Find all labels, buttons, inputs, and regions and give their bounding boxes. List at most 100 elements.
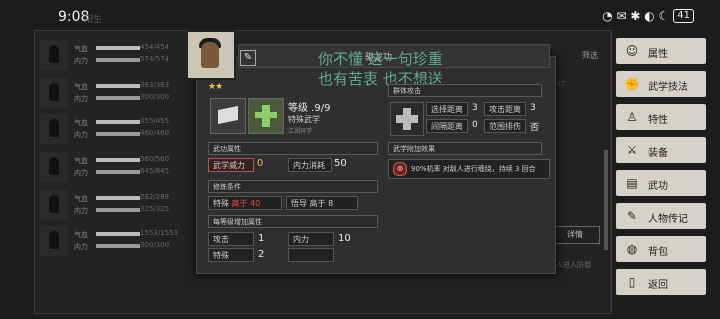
- party-member-row[interactable]: 气血 内力 363/363 300/300: [40, 76, 188, 110]
- mp-label: 内力: [74, 169, 88, 177]
- hp-bar: [96, 232, 140, 236]
- menu-button-4[interactable]: ⚔ 装备: [616, 137, 706, 163]
- menu-label: 特性: [648, 115, 668, 126]
- status-icons: ◔ ✉ ✱ ◐ ☾ 41: [602, 9, 694, 23]
- book-icon: ▤: [626, 176, 638, 190]
- mp-bar: [96, 244, 140, 248]
- hp-bar: [96, 84, 140, 88]
- menu-label: 返回: [648, 280, 668, 291]
- mp-bar: [96, 96, 140, 100]
- req-special-label: 特殊: [213, 199, 229, 208]
- mp-bar: [96, 132, 140, 136]
- menu-button-8[interactable]: ▯ 返回: [616, 269, 706, 295]
- fist-icon: ✊: [624, 77, 640, 91]
- range-label: 范围排伤: [484, 119, 526, 133]
- hp-label: 气血: [74, 83, 88, 91]
- menu-button-3[interactable]: ♙ 特性: [616, 104, 706, 130]
- range-header: 群体攻击: [388, 84, 542, 97]
- hp-value: 454/454: [140, 43, 170, 51]
- party-member-row[interactable]: 气血 内力 1553/1553 300/300: [40, 224, 188, 258]
- member-portrait: [40, 40, 68, 70]
- bonus-value: 1: [258, 233, 265, 244]
- scroll-icon: ✎: [626, 209, 638, 223]
- bag-icon: ◍: [626, 242, 638, 256]
- mp-value: 300/300: [140, 241, 170, 249]
- skill-category: 特殊武学: [288, 115, 320, 124]
- menu-label: 装备: [648, 148, 668, 159]
- hp-label: 气血: [74, 119, 88, 127]
- member-portrait: [40, 152, 68, 182]
- mp-label: 内力: [74, 207, 88, 215]
- hp-value: 560/560: [140, 155, 170, 163]
- filter-button[interactable]: 筛选: [582, 50, 598, 61]
- effect-text: 90%机率 对敌人进行缠绕，持续 3 回合: [411, 165, 536, 173]
- figure-icon: ♙: [626, 110, 638, 124]
- range-value: 0: [472, 120, 478, 130]
- bonus-label: 内力: [288, 232, 334, 246]
- hp-label: 气血: [74, 45, 88, 53]
- detail-button[interactable]: 详情: [550, 226, 600, 244]
- hp-bar: [96, 158, 140, 162]
- req-insight-label: 悟导: [291, 199, 307, 208]
- bonus-value: 10: [338, 233, 351, 244]
- bonus-value: 2: [258, 249, 265, 260]
- edit-icon[interactable]: ✎: [240, 50, 256, 66]
- hp-bar: [96, 46, 140, 50]
- menu-button-6[interactable]: ✎ 人物传记: [616, 203, 706, 229]
- menu-button-7[interactable]: ◍ 背包: [616, 236, 706, 262]
- party-member-row[interactable]: 气血 内力 560/560 645/645: [40, 150, 188, 184]
- mp-bar: [96, 170, 140, 174]
- skill-stars: ★★: [208, 82, 223, 92]
- req-special: 特殊 高于 40: [208, 196, 282, 210]
- party-member-row[interactable]: 气血 内力 455/455 460/460: [40, 112, 188, 146]
- menu-button-2[interactable]: ✊ 武学技法: [616, 71, 706, 97]
- hp-label: 气血: [74, 231, 88, 239]
- mp-label: 内力: [74, 95, 88, 103]
- bg-fragment: 人进入防御: [556, 261, 591, 269]
- bonus-label: 特殊: [208, 248, 254, 262]
- skill-emblem-icon: [248, 98, 284, 134]
- req-insight-value: 高于 8: [309, 199, 334, 208]
- bg-fragment: 57: [556, 80, 565, 88]
- mp-label: 内力: [74, 243, 88, 251]
- range-value: 3: [472, 103, 478, 113]
- menu-label: 人物传记: [648, 214, 688, 225]
- mp-value: 300/300: [140, 93, 170, 101]
- mp-value: 645/645: [140, 167, 170, 175]
- menu-button-1[interactable]: ☺ 属性: [616, 38, 706, 64]
- effect-icon: ⊗: [393, 162, 407, 176]
- menu-label: 背包: [648, 247, 668, 258]
- range-label: 选择距离: [426, 102, 468, 116]
- party-member-row[interactable]: 气血 内力 282/288 325/325: [40, 188, 188, 222]
- hp-value: 282/288: [140, 193, 170, 201]
- party-member-row[interactable]: 气血 内力 454/454 574/574: [40, 38, 188, 72]
- attr-header: 武功属性: [208, 142, 378, 155]
- book-icon: [210, 98, 246, 134]
- menu-button-5[interactable]: ▤ 武功: [616, 170, 706, 196]
- mp-cost-value: 50: [334, 158, 347, 169]
- power-value: 0: [257, 158, 264, 169]
- req-header: 修炼条件: [208, 180, 378, 193]
- hero-portrait: [186, 30, 236, 80]
- mp-bar: [96, 58, 140, 62]
- range-value: 否: [530, 123, 540, 133]
- mp-value: 574/574: [140, 55, 170, 63]
- menu-label: 武功: [648, 181, 668, 192]
- hp-bar: [96, 196, 140, 200]
- party-header: 阳生: [84, 15, 103, 25]
- effect-header: 武学附加效果: [388, 142, 542, 155]
- member-portrait: [40, 226, 68, 256]
- range-label: 攻击距离: [484, 102, 526, 116]
- member-portrait: [40, 114, 68, 144]
- scrollbar[interactable]: [604, 150, 608, 250]
- skill-subcategory: 江湖异学: [288, 128, 313, 135]
- member-portrait: [40, 190, 68, 220]
- hp-bar: [96, 120, 140, 124]
- sword-icon: ⚔: [626, 143, 638, 157]
- req-insight: 悟导 高于 8: [286, 196, 358, 210]
- mp-value: 460/460: [140, 129, 170, 137]
- menu-label: 属性: [648, 49, 668, 60]
- hp-label: 气血: [74, 195, 88, 203]
- power-label: 武学威力: [208, 158, 254, 172]
- range-value: 3: [530, 103, 536, 113]
